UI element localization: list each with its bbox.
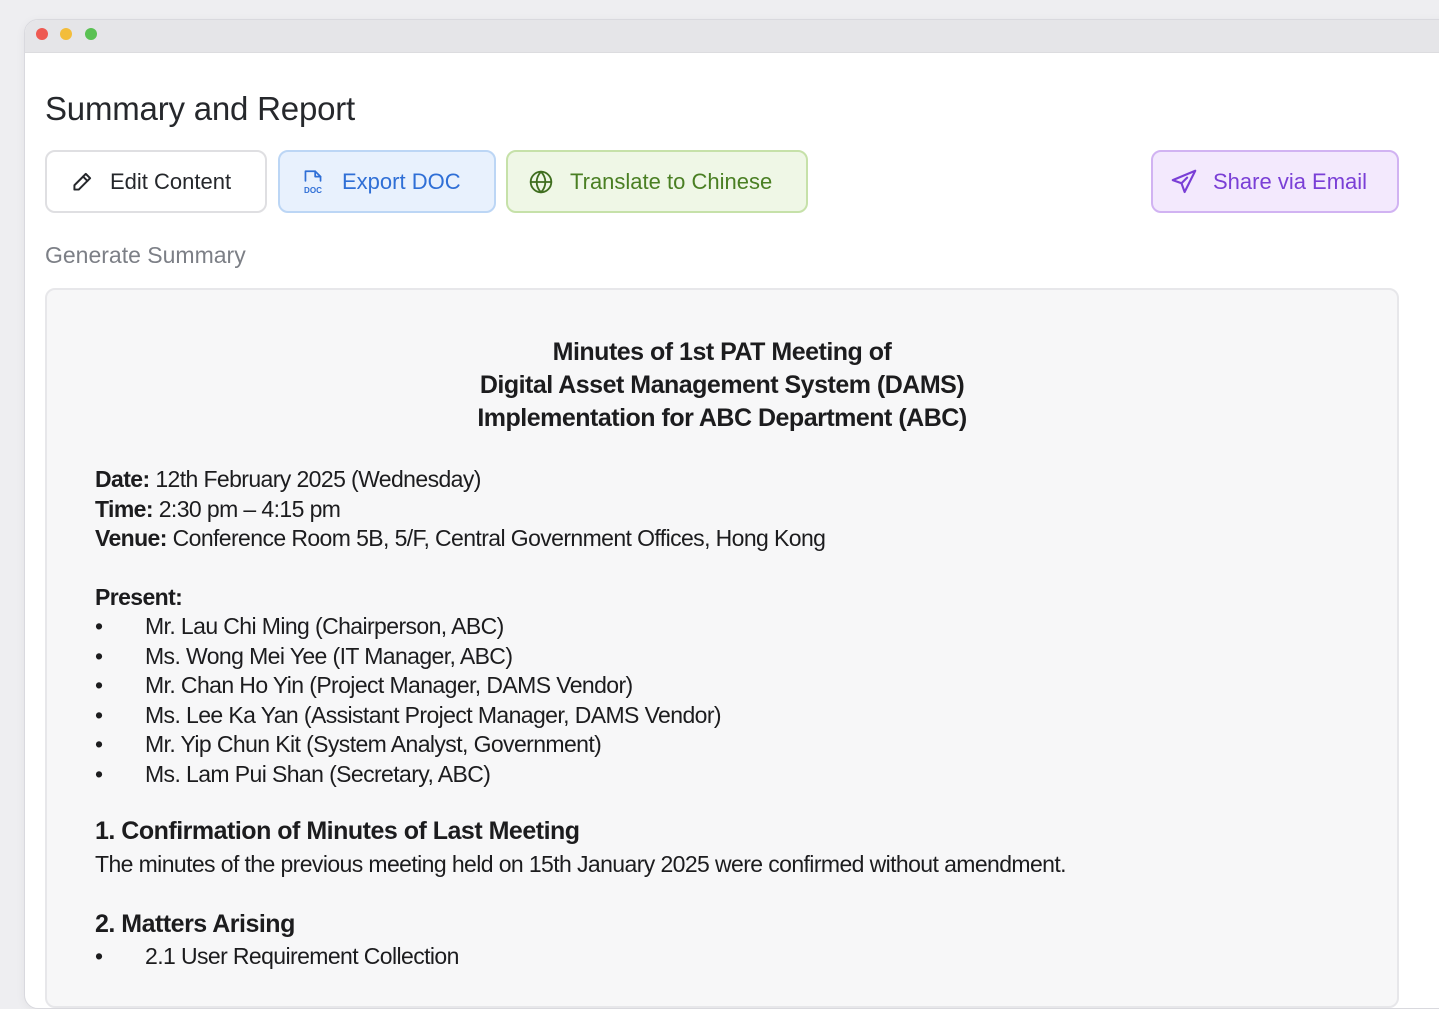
document-title-line-1: Minutes of 1st PAT Meeting of <box>552 338 892 366</box>
document-title-line-2: Digital Asset Management System (DAMS) <box>479 371 965 399</box>
doc-icon-label: DOC <box>304 185 322 194</box>
section-1-body: The minutes of the previous meeting held… <box>95 851 1067 877</box>
list-item: Mr. Lau Chi Ming (Chairperson, ABC) <box>95 612 721 642</box>
translate-chinese-button[interactable]: Translate to Chinese <box>506 150 808 213</box>
section-2-heading: 2. Matters Arising <box>95 910 295 938</box>
meeting-venue: Venue: Conference Room 5B, 5/F, Central … <box>95 525 826 551</box>
meeting-time: Time: 2:30 pm – 4:15 pm <box>95 495 341 522</box>
present-heading: Present: <box>95 584 183 610</box>
attendee-list: Mr. Lau Chi Ming (Chairperson, ABC) Ms. … <box>95 612 722 790</box>
meeting-details: Date: 12th February 2025 (Wednesday) Tim… <box>95 465 826 554</box>
generate-summary-label: Generate Summary <box>45 242 246 268</box>
section-1-heading: 1. Confirmation of Minutes of Last Meeti… <box>95 817 580 845</box>
summary-document[interactable]: Minutes of 1st PAT Meeting of Digital As… <box>45 288 1399 1008</box>
list-item: Ms. Lam Pui Shan (Secretary, ABC) <box>95 760 721 790</box>
share-email-button[interactable]: Share via Email <box>1151 150 1399 213</box>
list-item: Mr. Chan Ho Yin (Project Manager, DAMS V… <box>95 671 721 701</box>
list-item: 2.1 User Requirement Collection <box>95 942 459 971</box>
pencil-icon <box>73 172 92 191</box>
page-title: Summary and Report <box>45 90 356 127</box>
section-2-list: 2.1 User Requirement Collection <box>95 942 459 971</box>
close-window-button[interactable] <box>36 28 48 40</box>
share-email-label: Share via Email <box>1213 168 1368 194</box>
document-title-line-3: Implementation for ABC Department (ABC) <box>477 404 967 432</box>
doc-file-icon: DOC <box>304 169 322 194</box>
export-doc-button[interactable]: DOC Export DOC <box>278 150 496 213</box>
export-doc-label: Export DOC <box>342 168 461 194</box>
document-title: Minutes of 1st PAT Meeting of Digital As… <box>47 336 1397 435</box>
list-item: Ms. Wong Mei Yee (IT Manager, ABC) <box>95 642 721 672</box>
list-item: Ms. Lee Ka Yan (Assistant Project Manage… <box>95 701 722 731</box>
edit-content-button[interactable]: Edit Content <box>45 150 267 213</box>
minimize-window-button[interactable] <box>60 28 72 40</box>
edit-content-label: Edit Content <box>110 168 232 194</box>
meeting-date: Date: 12th February 2025 (Wednesday) <box>95 466 481 492</box>
globe-icon <box>529 170 553 193</box>
maximize-window-button[interactable] <box>85 28 97 40</box>
translate-chinese-label: Translate to Chinese <box>570 168 773 194</box>
title-bar <box>25 20 1439 53</box>
list-item: Mr. Yip Chun Kit (System Analyst, Govern… <box>95 730 721 760</box>
send-icon <box>1171 169 1197 193</box>
